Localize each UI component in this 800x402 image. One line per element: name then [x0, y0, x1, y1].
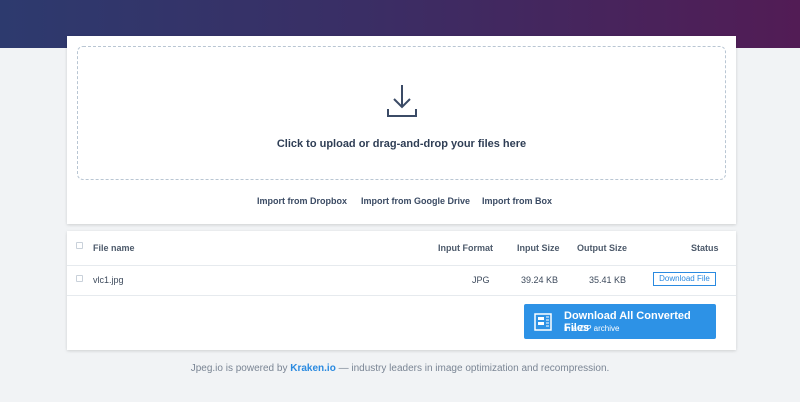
upload-card: Click to upload or drag-and-drop your fi… [67, 36, 736, 224]
header-file-name: File name [93, 243, 135, 253]
download-file-button[interactable]: Download File [653, 272, 716, 286]
file-name: vlc1.jpg [93, 275, 124, 285]
download-all-subtitle: in a ZIP archive [564, 324, 620, 333]
header-input-size: Input Size [517, 243, 560, 253]
header-status: Status [691, 243, 719, 253]
output-size: 35.41 KB [589, 275, 627, 285]
upload-dropzone[interactable]: Click to upload or drag-and-drop your fi… [77, 46, 726, 180]
divider [67, 295, 736, 296]
row-checkbox[interactable] [76, 275, 83, 282]
footer-suffix: — industry leaders in image optimization… [338, 363, 610, 374]
upload-instructions: Click to upload or drag-and-drop your fi… [276, 138, 527, 150]
import-google-drive-link[interactable]: Import from Google Drive [361, 196, 470, 206]
select-all-checkbox[interactable] [76, 242, 83, 249]
footer: Jpeg.io is powered by Kraken.io — indust… [0, 363, 800, 374]
kraken-link[interactable]: Kraken.io [290, 363, 336, 374]
download-all-button[interactable]: Download All Converted Files in a ZIP ar… [524, 304, 716, 339]
download-arrow-icon [387, 85, 417, 117]
footer-prefix: Jpeg.io is powered by [190, 363, 288, 374]
divider [67, 265, 736, 266]
zip-archive-icon [534, 313, 552, 331]
import-links: Import from Dropbox Import from Google D… [67, 196, 736, 210]
import-dropbox-link[interactable]: Import from Dropbox [257, 196, 347, 206]
header-output-size: Output Size [577, 243, 627, 253]
files-table-card: File name Input Format Input Size Output… [67, 231, 736, 350]
input-size: 39.24 KB [521, 275, 559, 285]
import-box-link[interactable]: Import from Box [482, 196, 552, 206]
header-input-format: Input Format [438, 243, 493, 253]
input-format: JPG [472, 275, 490, 285]
